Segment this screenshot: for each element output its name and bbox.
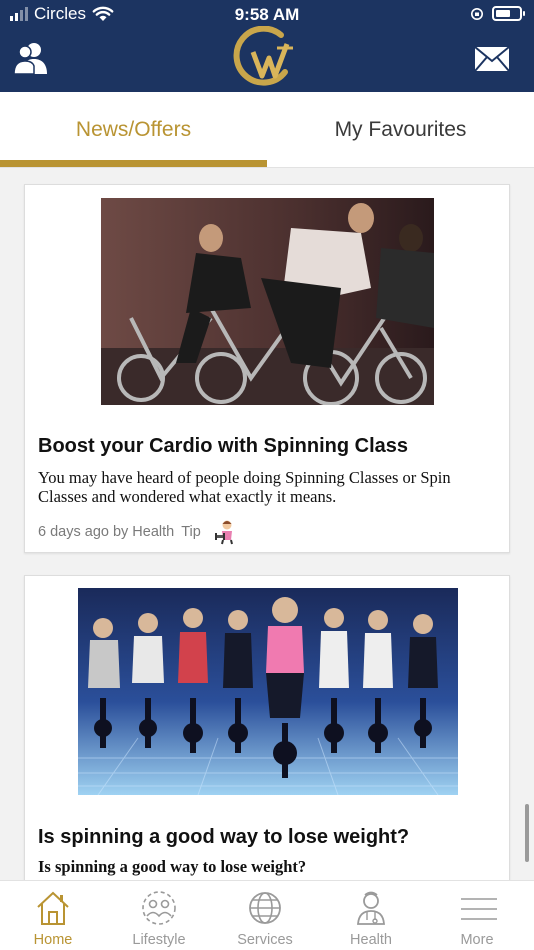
article-title[interactable]: Boost your Cardio with Spinning Class xyxy=(38,435,408,458)
spinning-class-image[interactable] xyxy=(101,198,434,405)
scroll-indicator xyxy=(525,804,529,862)
fitness-person-icon xyxy=(214,520,233,545)
nav-home[interactable]: Home xyxy=(0,881,106,950)
news-feed[interactable]: Boost your Cardio with Spinning Class Yo… xyxy=(0,168,534,880)
article-description: You may have heard of people doing Spinn… xyxy=(38,468,451,506)
spinning-weight-image[interactable] xyxy=(78,588,458,795)
nav-health-label: Health xyxy=(350,932,392,948)
home-icon xyxy=(37,891,69,925)
tab-news-offers[interactable]: News/Offers xyxy=(0,92,267,168)
article-category: Health xyxy=(132,524,175,540)
doctor-icon xyxy=(357,891,385,925)
status-time: 9:58 AM xyxy=(234,5,300,24)
article-age: 6 days ago by xyxy=(38,524,129,540)
gw-logo xyxy=(233,26,293,86)
user-icon xyxy=(13,43,47,75)
article-meta: 6 days ago by Health Tip xyxy=(38,519,239,545)
nav-health[interactable]: Health xyxy=(318,881,424,950)
nav-home-label: Home xyxy=(33,932,73,948)
nav-services[interactable]: Services xyxy=(212,881,318,950)
globe-icon xyxy=(249,892,281,924)
tab-my-favourites[interactable]: My Favourites xyxy=(267,92,534,168)
battery-icon xyxy=(492,6,525,21)
nav-more[interactable]: More xyxy=(424,881,530,950)
orientation-lock-icon xyxy=(471,7,483,20)
news-card[interactable]: Boost your Cardio with Spinning Class Yo… xyxy=(24,184,510,553)
nav-lifestyle[interactable]: Lifestyle xyxy=(106,881,212,950)
mail-button[interactable] xyxy=(474,46,510,75)
envelope-icon xyxy=(474,46,510,72)
nav-more-label: More xyxy=(460,932,494,948)
profile-button[interactable] xyxy=(12,40,50,79)
news-card[interactable]: Is spinning a good way to lose weight? I… xyxy=(24,575,510,880)
nav-lifestyle-label: Lifestyle xyxy=(132,932,186,948)
people-icon xyxy=(142,891,176,925)
nav-services-label: Services xyxy=(237,932,293,948)
article-title[interactable]: Is spinning a good way to lose weight? xyxy=(38,826,409,849)
app-header: Circles 9:58 AM xyxy=(0,0,534,92)
article-description: Is spinning a good way to lose weight? xyxy=(38,857,307,876)
tab-bar: News/Offers My Favourites xyxy=(0,92,534,168)
bottom-nav: Home Lifestyle Services Health More xyxy=(0,880,534,950)
menu-icon xyxy=(461,898,497,920)
active-tab-indicator xyxy=(0,160,267,167)
article-tip-label: Tip xyxy=(181,524,201,540)
